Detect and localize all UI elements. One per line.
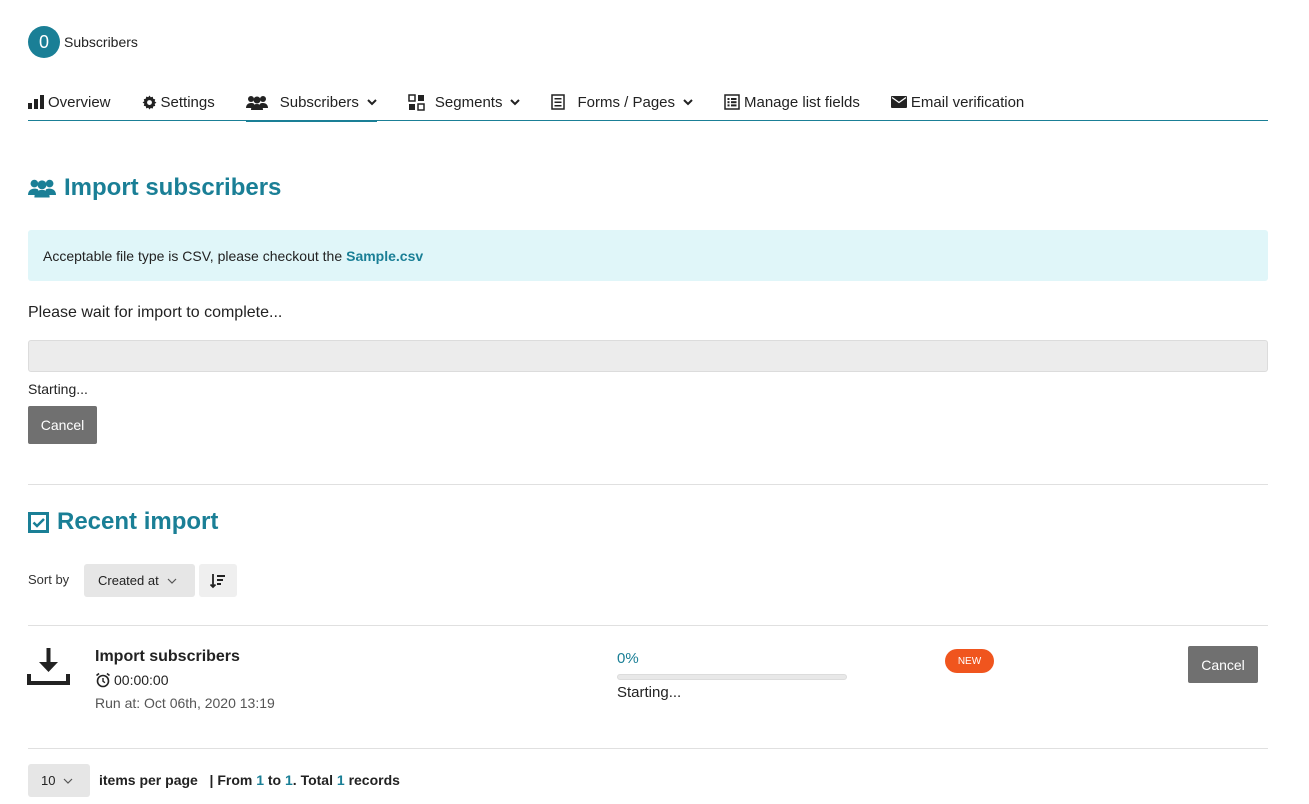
per-page-value: 10 [41,773,56,788]
import-status: Starting... [28,381,88,397]
subscriber-count-badge: 0 [28,26,60,58]
tab-settings-label: Settings [160,93,215,111]
import-row-percent: 0% [617,650,639,667]
per-page-label: items per page [99,772,198,788]
import-title: Import subscribers [28,174,281,202]
form-icon [551,94,566,110]
from-value: 1 [256,772,264,788]
sort-direction-button[interactable] [199,564,237,597]
sample-csv-link[interactable]: Sample.csv [346,248,423,264]
alarm-clock-icon [95,672,111,688]
sort-desc-icon [210,573,226,589]
tab-manage-list-fields[interactable]: Manage list fields [724,84,860,120]
chevron-down-icon [683,98,693,106]
cancel-row-button[interactable]: Cancel [1188,646,1258,683]
per-page-select[interactable]: 10 [28,764,90,797]
total-label: . Total [292,772,333,788]
tab-overview-label: Overview [48,93,111,111]
to-value: 1 [285,772,293,788]
cancel-import-button[interactable]: Cancel [28,406,97,444]
import-row-progress-bar [617,674,847,680]
chevron-down-icon [510,98,521,106]
chevron-down-icon [367,98,377,106]
total-value: 1 [336,772,345,788]
pagination-summary: items per page | From 1 to 1. Total 1 re… [99,772,400,788]
tab-subscribers-label: Subscribers [279,93,359,111]
divider [28,625,1268,626]
import-row-run-at: Run at: Oct 06th, 2020 13:19 [95,695,275,711]
import-row-status: Starting... [617,684,682,701]
import-title-text: Import subscribers [64,174,282,201]
sort-select-value: Created at [98,573,159,588]
gear-icon [142,94,157,110]
import-row-title[interactable]: Import subscribers [95,648,240,666]
import-progress-bar [28,340,1268,372]
checkbox-icon [28,511,49,533]
list-name: Subscribers [64,34,138,50]
pager-separator: | [209,772,214,788]
records-label: records [348,772,400,788]
sort-by-label: Sort by [28,572,70,587]
chevron-down-icon [63,778,73,784]
tab-overview[interactable]: Overview [28,84,111,120]
import-row-duration: 00:00:00 [95,672,169,688]
recent-import-title: Recent import [28,508,218,536]
list-tabs: Overview Settings Subscribers Segments F… [28,84,1268,122]
from-label: From [217,772,253,788]
list-fields-icon [724,94,740,110]
file-type-alert: Acceptable file type is CSV, please chec… [28,230,1268,281]
import-row-duration-text: 00:00:00 [114,672,169,688]
tab-subscribers[interactable]: Subscribers [245,84,377,122]
to-label: to [267,772,282,788]
divider [28,748,1268,749]
bar-chart-icon [28,95,44,109]
status-badge: NEW [945,649,994,673]
tab-settings[interactable]: Settings [142,84,215,120]
tab-email-verification[interactable]: Email verification [890,84,1025,120]
list-header: 0 Subscribers [28,26,138,58]
tab-manage-list-fields-label: Manage list fields [744,93,860,111]
alert-text: Acceptable file type is CSV, please chec… [43,247,343,264]
chevron-down-icon [167,578,177,584]
tab-forms-pages[interactable]: Forms / Pages [551,84,693,120]
tab-segments[interactable]: Segments [408,84,521,120]
wait-message: Please wait for import to complete... [28,304,283,321]
recent-import-title-text: Recent import [57,508,219,535]
users-icon [245,95,268,110]
sort-select[interactable]: Created at [84,564,195,597]
users-icon [28,178,56,198]
tab-forms-pages-label: Forms / Pages [577,93,675,111]
tab-email-verification-label: Email verification [910,93,1025,111]
segments-icon [408,93,425,111]
divider [28,484,1268,485]
envelope-icon [890,96,907,108]
tab-segments-label: Segments [434,93,503,111]
download-icon [27,646,70,691]
